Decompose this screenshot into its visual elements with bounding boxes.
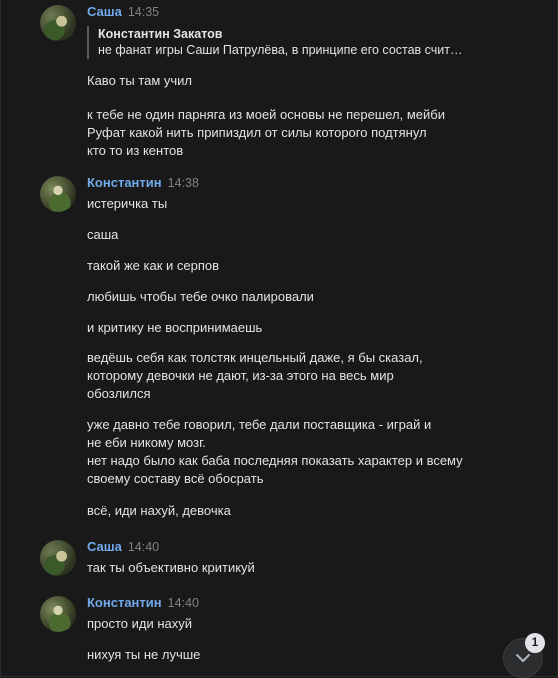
message-text: которому девочки не дают, из-за этого на… <box>87 368 394 383</box>
avatar[interactable] <box>40 540 76 576</box>
message-time[interactable]: 14:38 <box>168 176 199 190</box>
message-text: саша <box>87 227 119 242</box>
message-time[interactable]: 14:40 <box>168 596 199 610</box>
message-text: просто иди нахуй <box>87 616 193 631</box>
message-text: кто то из кентов <box>87 143 184 158</box>
chevron-down-icon <box>515 651 531 666</box>
message-text: нет надо было как баба последняя показат… <box>87 453 463 468</box>
message-text: такой же как и серпов <box>87 258 220 273</box>
message-text: обозлился <box>87 386 151 401</box>
message-text: уже давно тебе говорил, тебе дали постав… <box>87 417 432 432</box>
avatar[interactable] <box>40 5 76 41</box>
message-text: не еби никому мозг. <box>87 435 206 450</box>
message-text: так ты объективно критикуй <box>87 560 255 575</box>
author-name[interactable]: Саша <box>87 4 122 19</box>
message-text: Руфат какой нить припиздил от силы котор… <box>87 125 427 140</box>
message-text: своему составу всё обосрать <box>87 471 264 486</box>
reply-author: Константин Закатов <box>98 27 223 41</box>
author-name[interactable]: Константин <box>87 595 162 610</box>
reply-quote[interactable]: Константин Закатов не фанат игры Саши Па… <box>87 26 488 59</box>
message-time[interactable]: 14:40 <box>128 540 159 554</box>
avatar[interactable] <box>40 596 76 632</box>
message-text: нихуя ты не лучше <box>87 647 201 662</box>
reply-text: не фанат игры Саши Патрулёва, в принципе… <box>98 43 463 57</box>
author-name[interactable]: Константин <box>87 175 162 190</box>
message-text: к тебе не один парняга из моей основы не… <box>87 107 445 122</box>
author-name[interactable]: Саша <box>87 539 122 554</box>
message-text: всё, иди нахуй, девочка <box>87 503 231 518</box>
chat-history: Саша 14:35 Константин Закатов не фанат иг… <box>0 0 558 678</box>
unread-count-badge: 1 <box>525 633 545 653</box>
message-text: Каво ты там учил <box>87 73 193 88</box>
message-text: истеричка ты <box>87 196 168 211</box>
message-time[interactable]: 14:35 <box>128 5 159 19</box>
message-text: любишь чтобы тебе очко палировали <box>87 289 314 304</box>
message-text: и критику не воспринимаешь <box>87 320 263 335</box>
avatar[interactable] <box>40 176 76 212</box>
message-text: ведёшь себя как толстяк инцельный даже, … <box>87 350 423 365</box>
